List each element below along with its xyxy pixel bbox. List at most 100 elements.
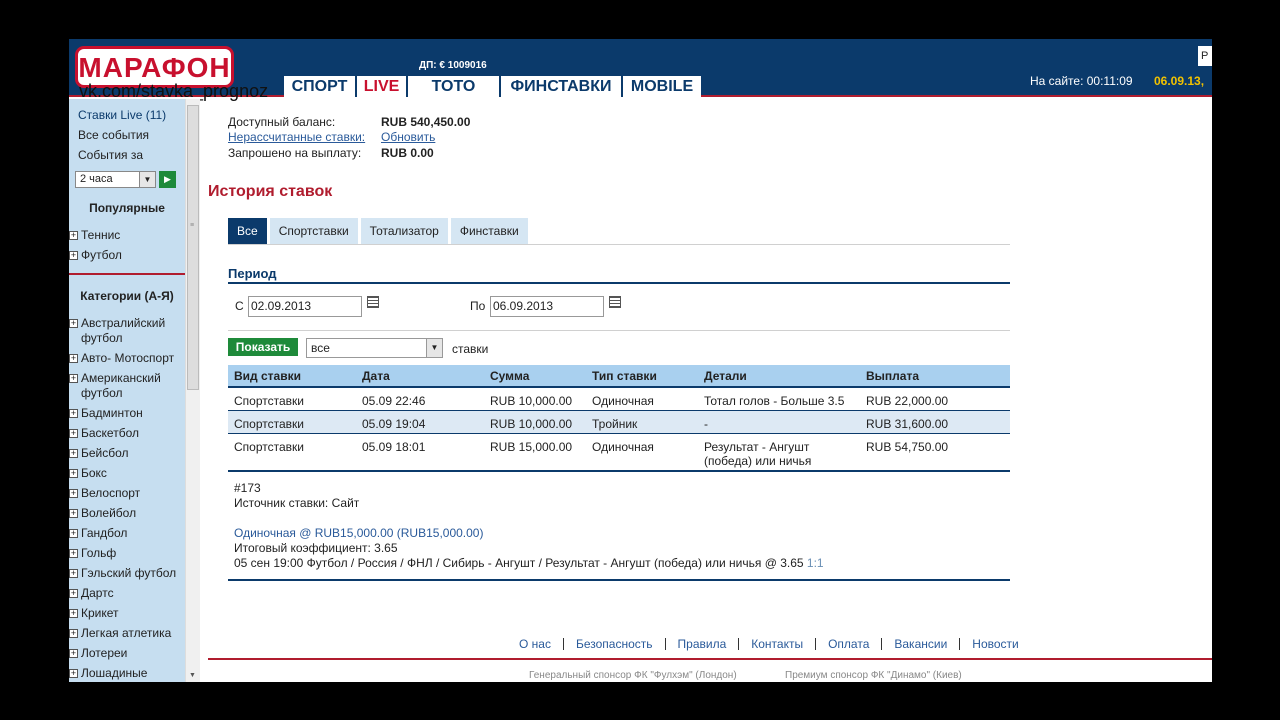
category-label: Лотереи	[81, 646, 128, 660]
table-cell: Одиночная	[586, 433, 698, 472]
expand-icon: +	[69, 373, 78, 383]
table-row[interactable]: Спортставки 05.09 22:46 RUB 10,000.00 Од…	[228, 387, 1010, 411]
sidebar-live-bets[interactable]: Ставки Live (11)	[78, 108, 166, 122]
category-item[interactable]: + Легкая атлетика	[69, 626, 185, 641]
category-label: Велоспорт	[81, 486, 141, 500]
category-label: Гольф	[81, 546, 117, 560]
scrollbar-thumb[interactable]: ≡	[187, 105, 199, 390]
to-date-input[interactable]: 06.09.2013	[490, 296, 604, 317]
calendar-icon[interactable]	[367, 296, 379, 308]
details-divider	[228, 579, 1010, 581]
tab-sport[interactable]: Спортставки	[269, 218, 358, 244]
nav-mobile[interactable]: MOBILE	[623, 76, 701, 97]
category-item[interactable]: + Австралийский футбол	[69, 316, 185, 346]
table-cell: -	[698, 410, 860, 434]
requested-value: RUB 0.00	[381, 146, 434, 160]
footer-link-payment[interactable]: Оплата	[816, 638, 883, 650]
tab-all[interactable]: Все	[228, 218, 267, 244]
category-item[interactable]: + Гандбол	[69, 526, 185, 541]
go-button[interactable]: ▶	[159, 171, 176, 188]
category-item[interactable]: + Волейбол	[69, 506, 185, 521]
period-select[interactable]: 2 часа ▼	[75, 171, 156, 188]
category-item[interactable]: + Лотереи	[69, 646, 185, 661]
expand-icon: +	[69, 353, 78, 363]
balance-value: RUB 540,450.00	[381, 115, 471, 129]
expand-icon: +	[69, 628, 78, 638]
category-item[interactable]: + Бейсбол	[69, 446, 185, 461]
category-item[interactable]: + Бокс	[69, 466, 185, 481]
chevron-down-icon: ▼	[139, 172, 155, 187]
category-item[interactable]: + Гэльский футбол	[69, 566, 185, 581]
column-header: Выплата	[860, 365, 1010, 388]
nav-finstavki[interactable]: ФИНСТАВКИ	[501, 76, 623, 97]
footer-link-about[interactable]: О нас	[507, 638, 564, 650]
expand-icon: +	[69, 230, 78, 240]
nav-sport[interactable]: СПОРТ	[284, 76, 357, 97]
popular-heading: Популярные	[89, 201, 165, 215]
table-cell: 05.09 19:04	[356, 410, 484, 434]
category-item[interactable]: + Авто- Мотоспорт	[69, 351, 185, 366]
period-select-value: 2 часа	[80, 173, 113, 185]
tab-finstavki[interactable]: Финставки	[450, 218, 528, 244]
event-details: 05 сен 19:00 Футбол / Россия / ФНЛ / Сиб…	[234, 556, 824, 570]
table-header-row: Вид ставки Дата Сумма Тип ставки Детали …	[228, 365, 1010, 388]
table-row[interactable]: Спортставки 05.09 19:04 RUB 10,000.00 Тр…	[228, 410, 1010, 434]
table-row[interactable]: Спортставки 05.09 18:01 RUB 15,000.00 Од…	[228, 433, 1010, 472]
nav-toto[interactable]: ТОТО	[408, 76, 501, 97]
table-cell: Спортставки	[228, 410, 356, 434]
chevron-down-icon: ▼	[426, 339, 442, 357]
tabs-divider	[228, 244, 1010, 245]
category-label: Гэльский футбол	[81, 566, 177, 580]
category-label: Бадминтон	[81, 406, 143, 420]
expand-icon: +	[69, 250, 78, 260]
nav-live[interactable]: LIVE	[357, 76, 408, 97]
bet-type-select[interactable]: все ▼	[306, 338, 443, 358]
unsettled-bets-link[interactable]: Нерассчитанные ставки:	[228, 130, 365, 144]
sidebar-all-events[interactable]: Все события	[78, 128, 149, 142]
sidebar: Ставки Live (11) Все события События за …	[69, 99, 185, 682]
footer-link-contacts[interactable]: Контакты	[739, 638, 817, 650]
filter-divider	[228, 330, 1010, 331]
footer-link-security[interactable]: Безопасность	[564, 638, 666, 650]
bet-summary-link[interactable]: Одиночная @ RUB15,000.00 (RUB15,000.00)	[234, 526, 483, 540]
footer-link-rules[interactable]: Правила	[666, 638, 740, 650]
category-item[interactable]: + Гольф	[69, 546, 185, 561]
sidebar-scrollbar[interactable]: ≡ ▼	[185, 99, 200, 682]
category-item[interactable]: + Баскетбол	[69, 426, 185, 441]
expand-icon: +	[69, 508, 78, 518]
category-item[interactable]: + Дартс	[69, 586, 185, 601]
bets-table: Вид ставки Дата Сумма Тип ставки Детали …	[228, 365, 1010, 472]
sidebar-item-tennis[interactable]: + Теннис	[69, 228, 185, 243]
category-label: Крикет	[81, 606, 119, 620]
table-cell-details: Результат - Ангушт (победа) или ничья	[698, 433, 860, 472]
sidebar-events-for[interactable]: События за	[78, 148, 143, 162]
category-item[interactable]: + Американский футбол	[69, 371, 185, 401]
expand-icon: +	[69, 448, 78, 458]
footer-link-vacancies[interactable]: Вакансии	[882, 638, 961, 650]
table-cell: RUB 31,600.00	[860, 410, 1010, 434]
expand-icon: +	[69, 588, 78, 598]
category-item[interactable]: + Крикет	[69, 606, 185, 621]
sidebar-item-football[interactable]: + Футбол	[69, 248, 185, 263]
bet-source: Источник ставки: Сайт	[234, 496, 360, 510]
column-header: Дата	[356, 365, 484, 388]
scroll-down-icon[interactable]: ▼	[189, 672, 196, 679]
from-date-input[interactable]: 02.09.2013	[248, 296, 362, 317]
show-button[interactable]: Показать	[228, 338, 298, 356]
category-item[interactable]: + Лошадиные	[69, 666, 185, 681]
column-header: Детали	[698, 365, 860, 388]
corner-button[interactable]: Р	[1198, 46, 1212, 66]
tab-totalizator[interactable]: Тотализатор	[360, 218, 448, 244]
table-cell: RUB 10,000.00	[484, 410, 586, 434]
sponsor-fulham[interactable]: Генеральный спонсор ФК "Фулхэм" (Лондон)	[529, 670, 737, 681]
grip-icon: ≡	[190, 222, 195, 229]
calendar-icon[interactable]	[609, 296, 621, 308]
category-item[interactable]: + Бадминтон	[69, 406, 185, 421]
category-label: Бейсбол	[81, 446, 129, 460]
refresh-link[interactable]: Обновить	[381, 130, 435, 144]
category-label: Волейбол	[81, 506, 137, 520]
sponsor-dynamo[interactable]: Премиум спонсор ФК "Динамо" (Киев)	[785, 670, 962, 681]
category-item[interactable]: + Велоспорт	[69, 486, 185, 501]
footer-links: О нас Безопасность Правила Контакты Опла…	[507, 638, 1031, 650]
footer-link-news[interactable]: Новости	[960, 638, 1030, 650]
